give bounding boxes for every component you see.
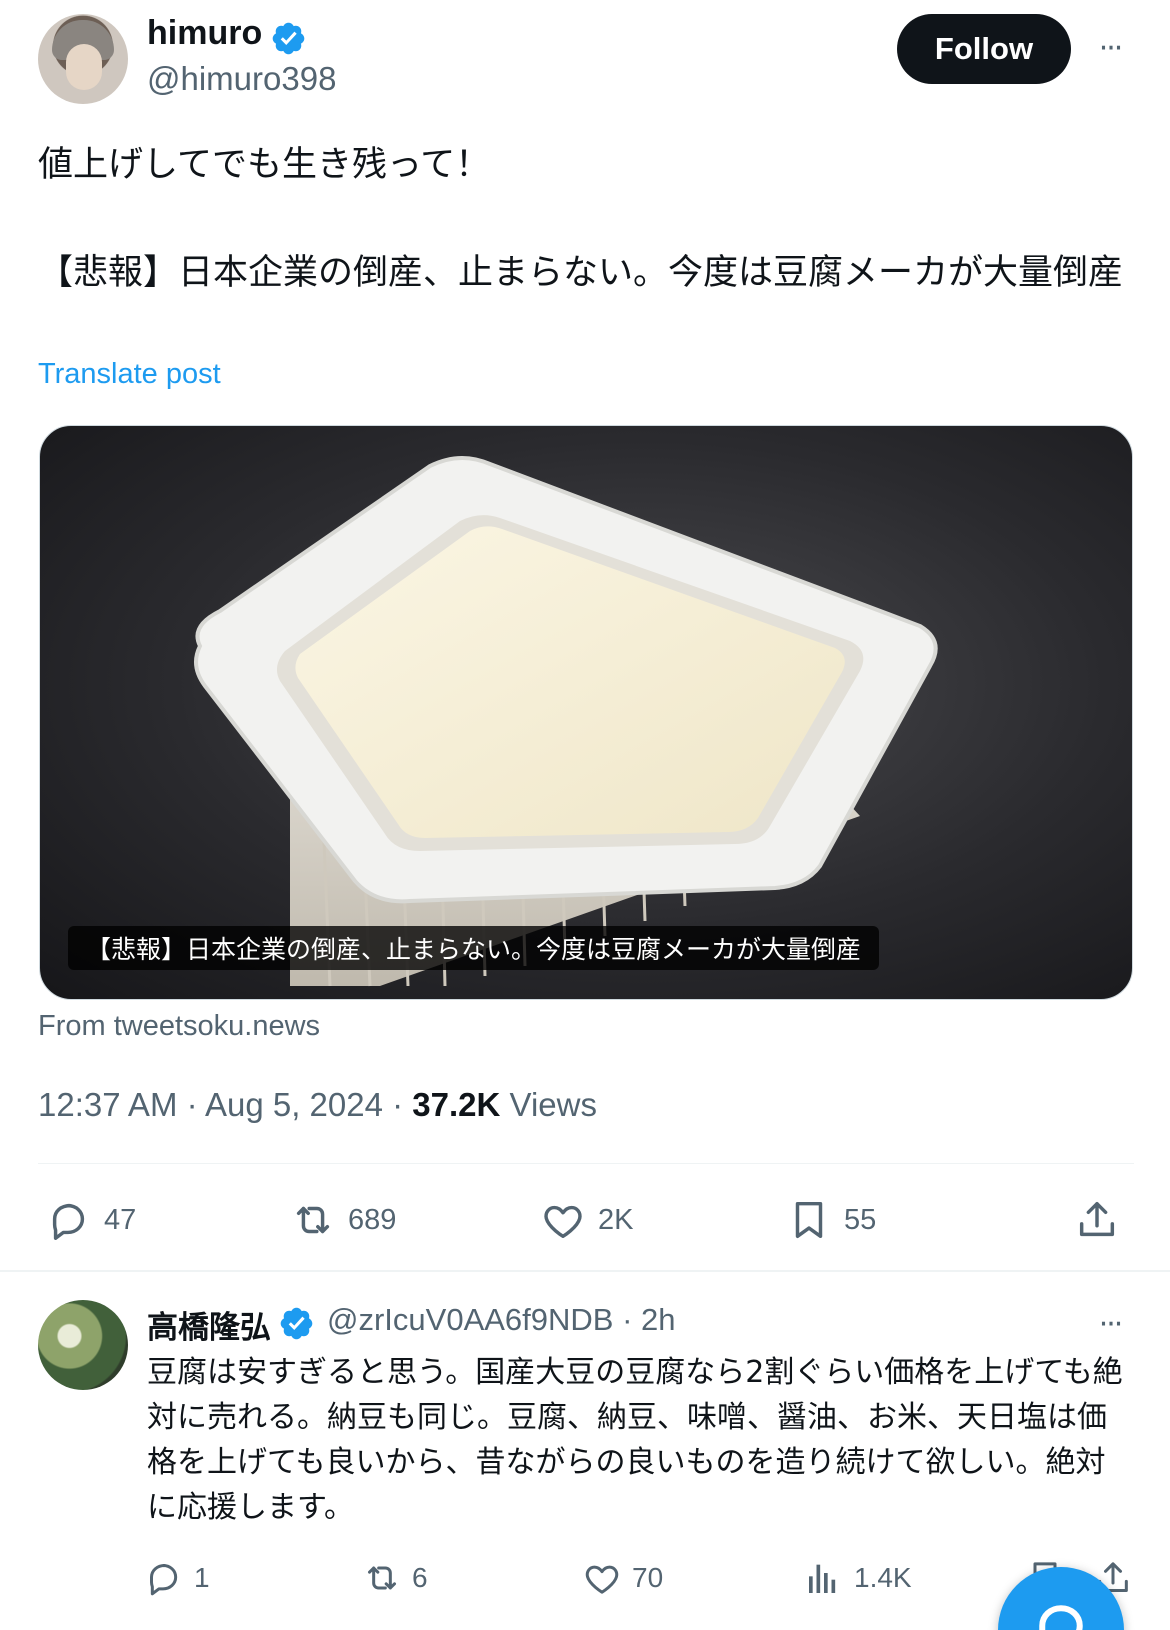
views-count: 37.2K — [412, 1086, 501, 1123]
reply-author-avatar[interactable] — [38, 1300, 128, 1390]
compose-icon — [1039, 1605, 1083, 1630]
reply-reply-button[interactable]: 1 — [144, 1553, 210, 1603]
post-date[interactable]: Aug 5, 2024 — [205, 1086, 383, 1123]
bookmark-icon — [795, 1201, 823, 1239]
section-divider — [0, 1270, 1170, 1272]
post-text-line-1: 値上げしてでも生き残って！ — [38, 145, 491, 185]
reply-author-handle[interactable]: @zrIcuV0AA6f9NDB · 2h — [327, 1302, 676, 1338]
verified-badge-icon — [272, 22, 305, 55]
reply-button[interactable]: 47 — [46, 1190, 136, 1250]
reply-repost-count: 6 — [412, 1562, 428, 1593]
verified-badge-icon — [280, 1307, 313, 1340]
reply-views-button[interactable]: 1.4K — [804, 1553, 912, 1603]
share-icon — [1079, 1201, 1115, 1237]
post-actions: 47 689 2K 55 — [0, 1190, 1170, 1250]
reply-count: 47 — [104, 1203, 137, 1236]
share-button[interactable] — [1074, 1190, 1132, 1250]
views-label: Views — [509, 1086, 597, 1123]
repost-icon — [296, 1206, 330, 1234]
repost-icon — [368, 1566, 396, 1590]
reply-views-count: 1.4K — [854, 1562, 912, 1593]
reply-repost-button[interactable]: 6 — [362, 1553, 428, 1603]
bookmark-button[interactable]: 55 — [786, 1190, 876, 1250]
post-text-line-2: 【悲報】日本企業の倒産、止まらない。今度は豆腐メーカが大量倒産 — [38, 253, 1124, 293]
bookmark-count: 55 — [844, 1203, 877, 1236]
link-source[interactable]: From tweetsoku.news — [38, 1010, 320, 1043]
post-metadata: 12:37 AM · Aug 5, 2024 · 37.2K Views — [38, 1086, 597, 1124]
like-count: 2K — [598, 1203, 634, 1236]
views-icon — [809, 1564, 836, 1593]
translate-post-link[interactable]: Translate post — [38, 358, 221, 391]
reply-like-count: 70 — [632, 1562, 664, 1593]
divider — [38, 1163, 1134, 1164]
reply-like-button[interactable]: 70 — [582, 1553, 663, 1603]
author-name[interactable]: himuro — [147, 14, 262, 53]
more-options-icon[interactable]: ··· — [1090, 1304, 1130, 1344]
media-caption: 【悲報】日本企業の倒産、止まらない。今度は豆腐メーカが大量倒産 — [68, 926, 880, 970]
repost-count: 689 — [348, 1203, 397, 1236]
reply-icon — [52, 1203, 85, 1240]
author-avatar[interactable] — [38, 14, 128, 104]
tofu-image — [194, 455, 938, 987]
heart-icon — [585, 1565, 619, 1594]
follow-button[interactable]: Follow — [897, 14, 1071, 84]
repost-button[interactable]: 689 — [290, 1190, 396, 1250]
reply-text: 豆腐は安すぎると思う。国産大豆の豆腐なら2割ぐらい価格を上げても絶対に売れる。納… — [147, 1355, 1123, 1525]
author-handle[interactable]: @himuro398 — [147, 60, 336, 98]
post-time[interactable]: 12:37 AM — [38, 1086, 177, 1123]
post-text-spacer — [38, 192, 1138, 246]
meta-separator: · — [186, 1086, 205, 1123]
post-text: 値上げしてでも生き残って！ 【悲報】日本企業の倒産、止まらない。今度は豆腐メーカ… — [38, 138, 1138, 300]
reply-actions: 1 6 70 1.4K — [0, 1553, 1170, 1603]
reply-author-name[interactable]: 高橋隆弘 — [147, 1302, 271, 1347]
more-options-icon[interactable]: ··· — [1090, 28, 1130, 68]
meta-separator: · — [392, 1086, 413, 1123]
like-button[interactable]: 2K — [540, 1190, 633, 1250]
reply-icon — [150, 1564, 178, 1596]
heart-icon — [544, 1205, 582, 1239]
reply-reply-count: 1 — [194, 1562, 210, 1593]
link-card-image[interactable]: 【悲報】日本企業の倒産、止まらない。今度は豆腐メーカが大量倒産 — [39, 425, 1133, 1000]
